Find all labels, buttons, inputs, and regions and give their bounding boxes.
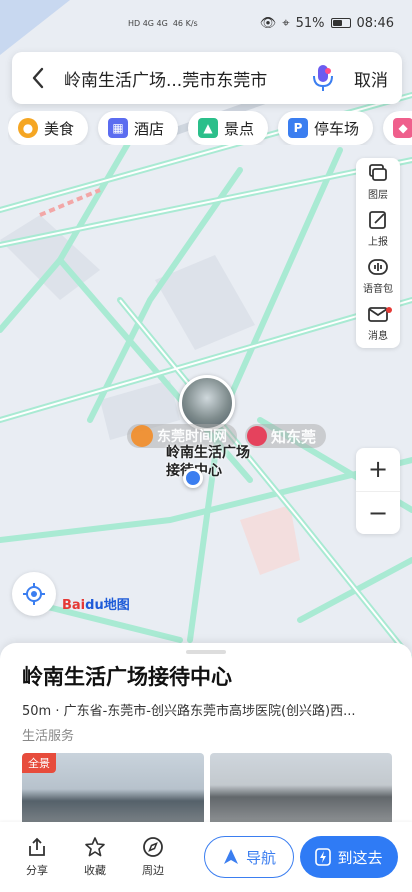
zoom-control: + − — [356, 448, 400, 534]
voice-pack-icon — [368, 259, 388, 275]
location-icon: ⌖ — [282, 15, 290, 31]
zoom-in-button[interactable]: + — [356, 448, 400, 492]
sheet-handle[interactable] — [186, 650, 226, 654]
favorite-label: 收藏 — [84, 864, 106, 877]
place-title: 岭南生活广场接待中心 — [22, 665, 232, 689]
report-icon — [369, 211, 386, 229]
chip-hotel[interactable]: ▦ 酒店 — [98, 111, 179, 145]
back-icon[interactable] — [26, 66, 50, 90]
eye-icon: 👁 — [259, 15, 277, 31]
tool-label: 消息 — [368, 331, 388, 342]
network-indicator: HD 4G 4G — [128, 18, 168, 28]
message-button[interactable]: 消息 — [356, 299, 400, 346]
voice-pack-button[interactable]: 语音包 — [356, 252, 400, 299]
battery-icon — [330, 18, 351, 28]
logo-blue-text: du地图 — [85, 598, 130, 613]
route-icon — [315, 848, 332, 866]
chip-label: 美食 — [44, 119, 75, 138]
status-bar: HD 4G 4G 46 K/s 👁 ⌖ 51% 08:46 — [0, 0, 412, 46]
message-icon — [368, 307, 388, 322]
watermark-text-left: 东莞时间网 — [157, 429, 227, 445]
watermark-logo-icon — [247, 426, 267, 446]
go-here-label: 到这去 — [337, 848, 383, 867]
panorama-badge: 全景 — [22, 753, 56, 773]
report-button[interactable]: 上报 — [356, 205, 400, 252]
compass-icon — [143, 837, 163, 857]
locate-icon — [23, 583, 45, 605]
cancel-button[interactable]: 取消 — [354, 66, 388, 91]
share-button[interactable]: 分享 — [8, 836, 66, 878]
nearby-label: 周边 — [142, 864, 164, 877]
tool-label: 语音包 — [363, 284, 393, 295]
chip-label: 景点 — [224, 119, 255, 138]
place-category: 生活服务 — [22, 729, 75, 744]
hotel-icon: ▦ — [108, 118, 129, 138]
zoom-out-button[interactable]: − — [356, 492, 400, 535]
parking-icon: P — [288, 118, 309, 138]
watermark-logo-icon — [131, 425, 153, 447]
map-toolbar: 图层 上报 语音包 消息 — [356, 158, 400, 348]
favorite-button[interactable]: 收藏 — [66, 836, 124, 878]
chip-scenic[interactable]: ▲ 景点 — [188, 111, 269, 145]
food-icon: ● — [18, 118, 38, 138]
tool-label: 上报 — [368, 237, 388, 248]
chip-food[interactable]: ● 美食 — [8, 111, 89, 145]
chip-label: 停车场 — [314, 119, 360, 138]
battery-level: 51% — [295, 15, 325, 31]
baidu-map-logo: Baidu地图 — [62, 594, 130, 613]
chip-leisure[interactable]: ◆ 休 — [383, 111, 412, 145]
logo-red-text: Bai — [62, 598, 86, 613]
nearby-button[interactable]: 周边 — [124, 836, 182, 878]
star-icon — [85, 837, 105, 857]
search-input[interactable]: 岭南生活广场...莞市东莞市 — [64, 66, 310, 91]
tool-label: 图层 — [368, 190, 388, 201]
action-bar: 分享 收藏 周边 导航 到这去 — [0, 822, 412, 892]
clock: 08:46 — [356, 15, 394, 31]
unread-dot — [386, 307, 392, 313]
locate-me-button[interactable] — [12, 572, 56, 616]
layers-button[interactable]: 图层 — [356, 158, 400, 205]
share-label: 分享 — [26, 864, 48, 877]
scenic-icon: ▲ — [198, 118, 219, 138]
network-speed: 46 K/s — [172, 18, 198, 28]
navigate-label: 导航 — [245, 848, 276, 867]
game-icon: ◆ — [393, 118, 412, 138]
place-photo-panorama[interactable]: 全景 — [22, 753, 204, 833]
voice-search-icon[interactable] — [310, 63, 336, 93]
share-icon — [29, 837, 45, 856]
chip-parking[interactable]: P 停车场 — [278, 111, 374, 145]
watermark-text-right: 知东莞 — [271, 427, 317, 446]
layers-icon — [369, 164, 387, 181]
go-here-button[interactable]: 到这去 — [300, 836, 398, 878]
navigate-arrow-icon — [223, 849, 238, 864]
category-chips: ● 美食 ▦ 酒店 ▲ 景点 P 停车场 ◆ 休 — [8, 111, 412, 145]
navigate-button[interactable]: 导航 — [204, 836, 294, 878]
network-status: HD 4G 4G 46 K/s — [128, 19, 198, 28]
poi-location-dot[interactable] — [183, 468, 203, 488]
chip-label: 酒店 — [134, 119, 165, 138]
place-address: 50m · 广东省-东莞市-创兴路东莞市高埗医院(创兴路)西... — [22, 704, 356, 719]
place-photo[interactable] — [210, 753, 392, 833]
place-photos: 全景 — [22, 753, 392, 833]
search-bar[interactable]: 岭南生活广场...莞市东莞市 取消 — [12, 52, 402, 104]
poi-label[interactable]: 岭南生活广场接待中心 — [166, 444, 250, 480]
